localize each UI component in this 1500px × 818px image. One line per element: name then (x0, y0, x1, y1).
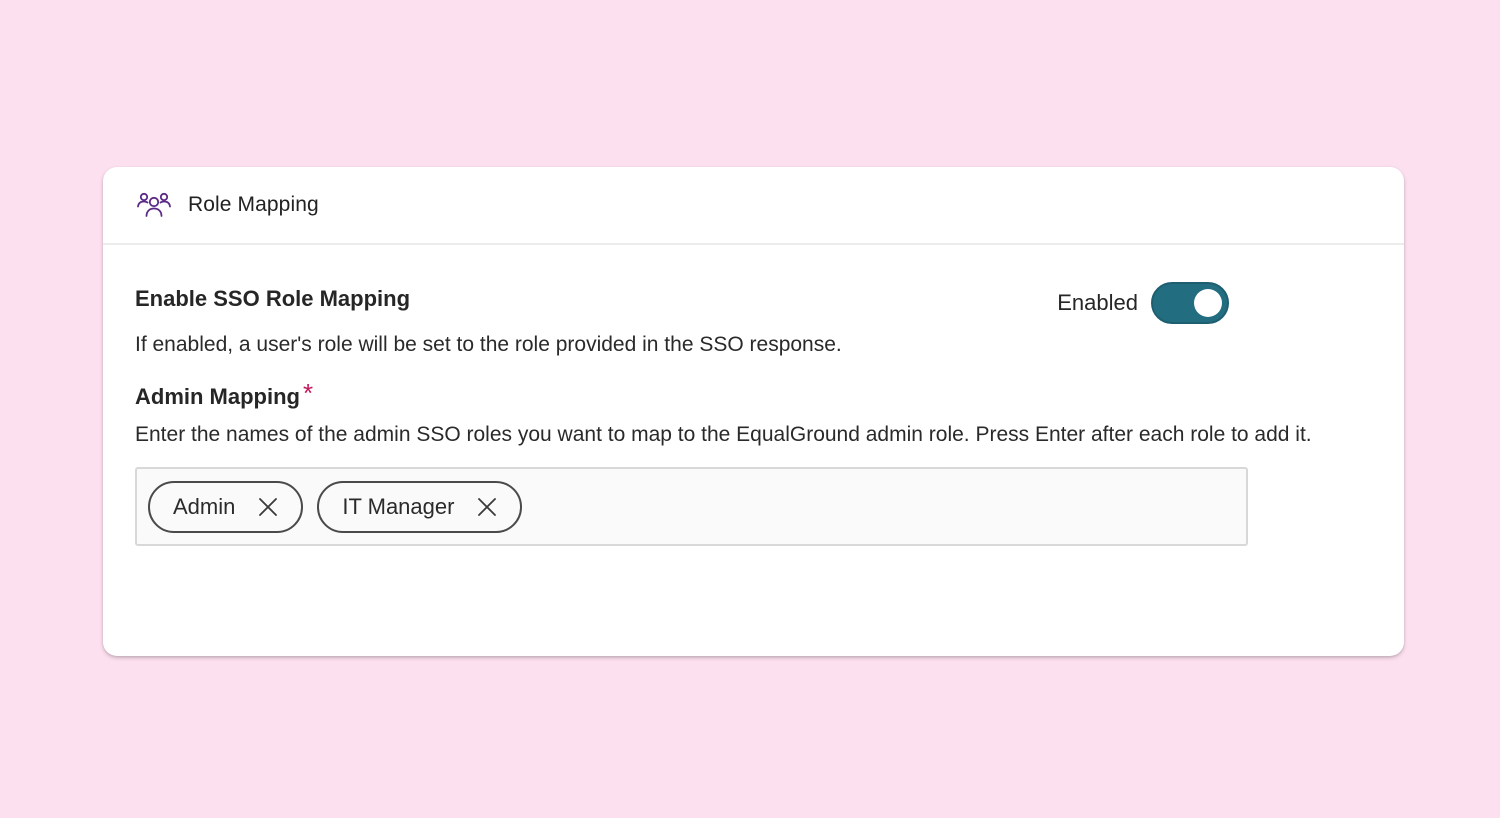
admin-mapping-description: Enter the names of the admin SSO roles y… (135, 423, 1312, 446)
admin-mapping-title-row: Admin Mapping * (135, 378, 1372, 410)
close-icon[interactable] (476, 496, 498, 518)
required-marker: * (302, 378, 314, 408)
tag-chip-label: IT Manager (342, 493, 455, 519)
role-mapping-card: Role Mapping Enable SSO Role Mapping Ena… (103, 167, 1404, 656)
sso-mapping-toggle[interactable] (1151, 282, 1229, 324)
admin-mapping-title: Admin Mapping (135, 384, 300, 409)
card-body: Enable SSO Role Mapping Enabled If enabl… (103, 282, 1404, 546)
tag-chip-label: Admin (173, 493, 236, 519)
admin-role-text-input[interactable] (536, 485, 1246, 528)
card-header: Role Mapping (103, 167, 1404, 245)
tag-chip-it-manager: IT Manager (317, 480, 523, 533)
admin-roles-tag-input[interactable]: Admin IT Manager (135, 467, 1248, 546)
toggle-group: Enabled (1057, 282, 1229, 324)
card-title: Role Mapping (188, 193, 319, 216)
close-icon[interactable] (257, 496, 279, 518)
toggle-label: Enabled (1057, 290, 1138, 315)
toggle-knob (1194, 289, 1222, 317)
tag-chip-admin: Admin (148, 480, 304, 533)
users-group-icon (136, 190, 172, 220)
sso-mapping-row: Enable SSO Role Mapping Enabled (135, 282, 1372, 346)
